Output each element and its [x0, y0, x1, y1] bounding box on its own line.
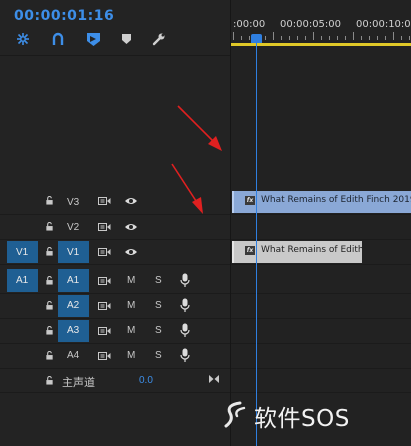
watermark-text: 软件SOS [254, 406, 350, 432]
lane-a1[interactable] [231, 268, 411, 294]
lane-a2[interactable] [231, 294, 411, 319]
ruler-tick [409, 36, 410, 40]
go-to-end-icon[interactable] [208, 374, 220, 384]
ruler-tick [233, 32, 234, 40]
lock-icon[interactable] [45, 196, 54, 205]
microphone-icon[interactable] [180, 323, 190, 338]
track-header-v1[interactable]: V1 V1 [0, 240, 230, 265]
lock-icon[interactable] [45, 326, 54, 335]
mute-button[interactable]: M [127, 325, 135, 336]
ruler-tick [273, 32, 274, 40]
lock-icon[interactable] [45, 276, 54, 285]
ruler-tick [329, 36, 330, 40]
linked-selection-icon[interactable] [49, 30, 67, 48]
toggle-sync-lock-icon[interactable] [98, 276, 111, 286]
fx-badge: fx [245, 196, 255, 205]
master-track-label: 主声道 [62, 377, 95, 389]
solo-button[interactable]: S [155, 350, 162, 361]
track-name-a2: A2 [67, 300, 80, 311]
track-header-a3[interactable]: A3 M S [0, 319, 230, 344]
solo-button[interactable]: S [155, 325, 162, 336]
lane-a4[interactable] [231, 344, 411, 369]
source-patch-label: V1 [16, 247, 29, 258]
track-header-master[interactable]: 主声道 0.0 [0, 369, 230, 393]
ruler-tick [361, 36, 362, 40]
lane-master[interactable] [231, 369, 411, 393]
ruler-tick [281, 36, 282, 40]
microphone-icon[interactable] [180, 298, 190, 313]
playhead-timecode[interactable]: 00:00:01:16 [14, 8, 114, 24]
ruler-tick [377, 36, 378, 40]
ruler-label: 00:00:10:00 [356, 19, 411, 30]
ruler-tick [401, 36, 402, 40]
ruler-tick [369, 36, 370, 40]
eye-icon[interactable] [124, 222, 138, 232]
lane-v2[interactable] [231, 215, 411, 240]
track-name-v2: V2 [67, 222, 80, 233]
ruler-label: :00:00 [233, 19, 266, 30]
toggle-sync-lock-icon[interactable] [98, 222, 111, 232]
ruler-tick [385, 36, 386, 40]
playhead-handle[interactable] [251, 34, 262, 43]
microphone-icon[interactable] [180, 273, 190, 288]
source-patch-label: A1 [16, 275, 29, 286]
wrench-icon[interactable] [150, 30, 168, 48]
ruler-tick [313, 32, 314, 40]
toggle-sync-lock-icon[interactable] [98, 247, 111, 257]
ruler-tick [345, 36, 346, 40]
toggle-sync-lock-icon[interactable] [98, 326, 111, 336]
ruler-tick [241, 36, 242, 40]
track-name-v3: V3 [67, 197, 80, 208]
eye-icon[interactable] [124, 247, 138, 257]
track-header-a2[interactable]: A2 M S [0, 294, 230, 319]
marker-icon[interactable] [117, 30, 135, 48]
mute-button[interactable]: M [127, 275, 135, 286]
lane-a3[interactable] [231, 319, 411, 344]
clip-name: What Remains of Edith Finch [261, 245, 362, 255]
microphone-icon[interactable] [180, 348, 190, 363]
lock-icon[interactable] [45, 351, 54, 360]
track-name-v1: V1 [67, 247, 80, 258]
video-clip-v3[interactable]: fx What Remains of Edith Finch 2019.04.0 [232, 191, 411, 213]
lock-icon[interactable] [45, 301, 54, 310]
ruler-tick [393, 32, 394, 40]
solo-button[interactable]: S [155, 275, 162, 286]
ruler-tick [321, 36, 322, 40]
toggle-sync-lock-icon[interactable] [98, 301, 111, 311]
fx-badge: fx [245, 246, 255, 255]
toggle-sync-lock-icon[interactable] [98, 351, 111, 361]
ruler-tick [265, 36, 266, 40]
track-header-a4[interactable]: A4 M S [0, 344, 230, 369]
snap-icon[interactable] [14, 30, 32, 48]
ruler-label: 00:00:05:00 [280, 19, 342, 30]
track-header-a1[interactable]: A1 A1 M S [0, 268, 230, 294]
eye-icon[interactable] [124, 196, 138, 206]
lock-icon[interactable] [45, 222, 54, 231]
ruler-tick [297, 36, 298, 40]
playhead-line[interactable] [256, 40, 257, 446]
toggle-sync-lock-icon[interactable] [98, 196, 111, 206]
ruler-tick [353, 32, 354, 40]
ruler-tick [249, 36, 250, 40]
watermark-logo-icon [224, 401, 246, 428]
mute-button[interactable]: M [127, 350, 135, 361]
master-volume-value[interactable]: 0.0 [139, 375, 153, 386]
ruler-tick [337, 36, 338, 40]
clip-name: What Remains of Edith Finch 2019.04.0 [261, 195, 411, 205]
watermark: 软件SOS [220, 397, 410, 432]
ruler-tick [305, 36, 306, 40]
mute-button[interactable]: M [127, 300, 135, 311]
track-name-a4: A4 [67, 350, 80, 361]
video-clip-v1[interactable]: fx What Remains of Edith Finch [232, 241, 362, 263]
add-marker-icon[interactable] [84, 30, 102, 48]
ruler-tick [289, 36, 290, 40]
work-area-bar[interactable] [231, 43, 411, 46]
lock-icon[interactable] [45, 376, 54, 385]
annotation-arrows [171, 105, 222, 214]
track-name-a1: A1 [67, 275, 80, 286]
track-name-a3: A3 [67, 325, 80, 336]
lock-icon[interactable] [45, 247, 54, 256]
solo-button[interactable]: S [155, 300, 162, 311]
